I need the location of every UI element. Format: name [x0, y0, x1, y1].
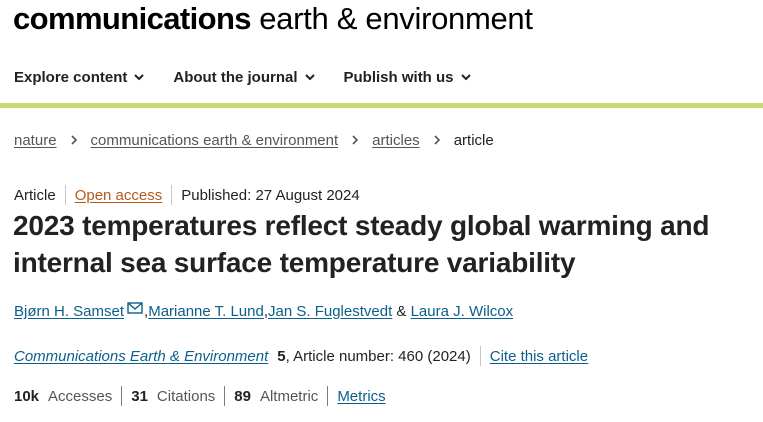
breadcrumb: nature communications earth & environmen… — [14, 129, 494, 151]
author-link[interactable]: Bjørn H. Samset — [14, 303, 124, 320]
metrics-link[interactable]: Metrics — [337, 388, 385, 405]
breadcrumb-nature[interactable]: nature — [14, 132, 57, 149]
open-access-link[interactable]: Open access — [75, 187, 163, 204]
breadcrumb-current: article — [453, 131, 494, 149]
author-list: Bjørn H. Samset , Marianne T. Lund , Jan… — [14, 300, 513, 322]
altmetric-score: 89 — [234, 387, 251, 405]
published-date: Published: 27 August 2024 — [181, 186, 360, 204]
main-nav: Explore content About the journal Publis… — [0, 54, 763, 100]
journal-logo[interactable]: communications earth & environment — [13, 0, 533, 40]
accesses-count: 10k — [14, 387, 40, 405]
nav-publish-with-us[interactable]: Publish with us — [344, 69, 472, 86]
breadcrumb-journal[interactable]: communications earth & environment — [91, 132, 339, 149]
citations-label: Citations — [156, 387, 216, 405]
article-metrics: 10k Accesses 31 Citations 89 Altmetric M… — [14, 385, 386, 407]
citation-divider — [479, 346, 481, 366]
chevron-down-icon — [460, 74, 471, 81]
article-title: 2023 temperatures reflect steady global … — [13, 210, 710, 278]
nav-publish-with-us-label: Publish with us — [343, 68, 454, 86]
chevron-right-icon — [352, 135, 359, 145]
mail-icon[interactable] — [127, 302, 143, 314]
accesses-label: Accesses — [48, 387, 113, 405]
nav-explore-content[interactable]: Explore content — [14, 69, 145, 86]
journal-logo-bold: communications — [13, 1, 252, 36]
citation-info: Communications Earth & Environment 5 , A… — [14, 345, 588, 367]
author-link[interactable]: Jan S. Fuglestvedt — [268, 303, 392, 320]
breadcrumb-articles[interactable]: articles — [372, 132, 420, 149]
article-type: Article — [14, 186, 56, 204]
author-link[interactable]: Marianne T. Lund — [148, 303, 264, 320]
altmetric-label: Altmetric — [259, 387, 319, 405]
meta-divider — [64, 185, 66, 205]
metrics-divider — [121, 386, 123, 406]
article-number: , Article number: 460 (2024) — [285, 347, 471, 365]
nav-explore-content-label: Explore content — [14, 68, 128, 86]
volume-number: 5 — [277, 347, 286, 365]
citations-count: 31 — [131, 387, 148, 405]
nav-about-journal[interactable]: About the journal — [173, 69, 315, 86]
metrics-divider — [224, 386, 226, 406]
nav-about-journal-label: About the journal — [173, 68, 298, 86]
journal-link[interactable]: Communications Earth & Environment — [14, 348, 268, 365]
author-separator: & — [392, 302, 411, 320]
journal-logo-light: earth & environment — [250, 1, 533, 36]
cite-this-article-link[interactable]: Cite this article — [490, 348, 588, 365]
chevron-down-icon — [134, 74, 145, 81]
meta-divider — [171, 185, 173, 205]
accent-bar — [0, 103, 763, 108]
chevron-down-icon — [304, 74, 315, 81]
chevron-right-icon — [434, 135, 440, 145]
chevron-right-icon — [70, 135, 77, 145]
article-meta: Article Open access Published: 27 August… — [14, 184, 360, 206]
author-link[interactable]: Laura J. Wilcox — [411, 303, 514, 320]
metrics-divider — [327, 386, 329, 406]
